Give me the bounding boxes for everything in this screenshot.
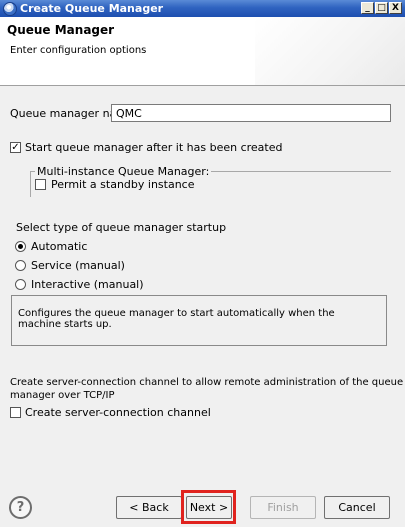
startup-type-label: Select type of queue manager startup (16, 221, 227, 234)
radio-service-manual-label: Service (manual) (31, 259, 125, 272)
close-button[interactable]: X (389, 2, 402, 14)
server-conn-text-line1: Create server-connection channel to allo… (10, 377, 404, 388)
server-conn-checkbox-label: Create server-connection channel (25, 406, 211, 419)
app-globe-icon (3, 2, 17, 16)
queue-manager-name-input[interactable] (111, 104, 391, 122)
radio-interactive-manual[interactable] (15, 279, 26, 290)
title-bar: Create Queue Manager _ □ X (0, 0, 405, 17)
start-after-create-checkbox[interactable]: ✓ (10, 142, 21, 153)
cancel-button[interactable]: Cancel (324, 496, 390, 519)
help-icon[interactable]: ? (9, 496, 32, 519)
next-button[interactable]: Next > (186, 496, 232, 519)
radio-automatic-label: Automatic (31, 240, 88, 253)
start-after-create-label: Start queue manager after it has been cr… (25, 141, 283, 154)
radio-automatic[interactable] (15, 241, 26, 252)
window-title: Create Queue Manager (20, 2, 164, 15)
minimize-button[interactable]: _ (361, 2, 374, 14)
server-conn-text-line2: manager over TCP/IP (10, 390, 115, 401)
multi-instance-legend: Multi-instance Queue Manager: (35, 165, 212, 178)
maximize-button[interactable]: □ (375, 2, 388, 14)
startup-description-text: Configures the queue manager to start au… (18, 308, 335, 330)
permit-standby-label: Permit a standby instance (51, 178, 195, 191)
header-banner: Queue Manager Enter configuration option… (0, 17, 405, 86)
finish-button[interactable]: Finish (250, 496, 316, 519)
permit-standby-checkbox[interactable] (35, 179, 46, 190)
back-button[interactable]: < Back (116, 496, 182, 519)
radio-interactive-manual-label: Interactive (manual) (31, 278, 144, 291)
radio-service-manual[interactable] (15, 260, 26, 271)
startup-description-box: Configures the queue manager to start au… (11, 295, 387, 346)
server-conn-checkbox[interactable] (10, 407, 21, 418)
page-title: Queue Manager (7, 23, 115, 37)
page-description: Enter configuration options (10, 45, 147, 56)
